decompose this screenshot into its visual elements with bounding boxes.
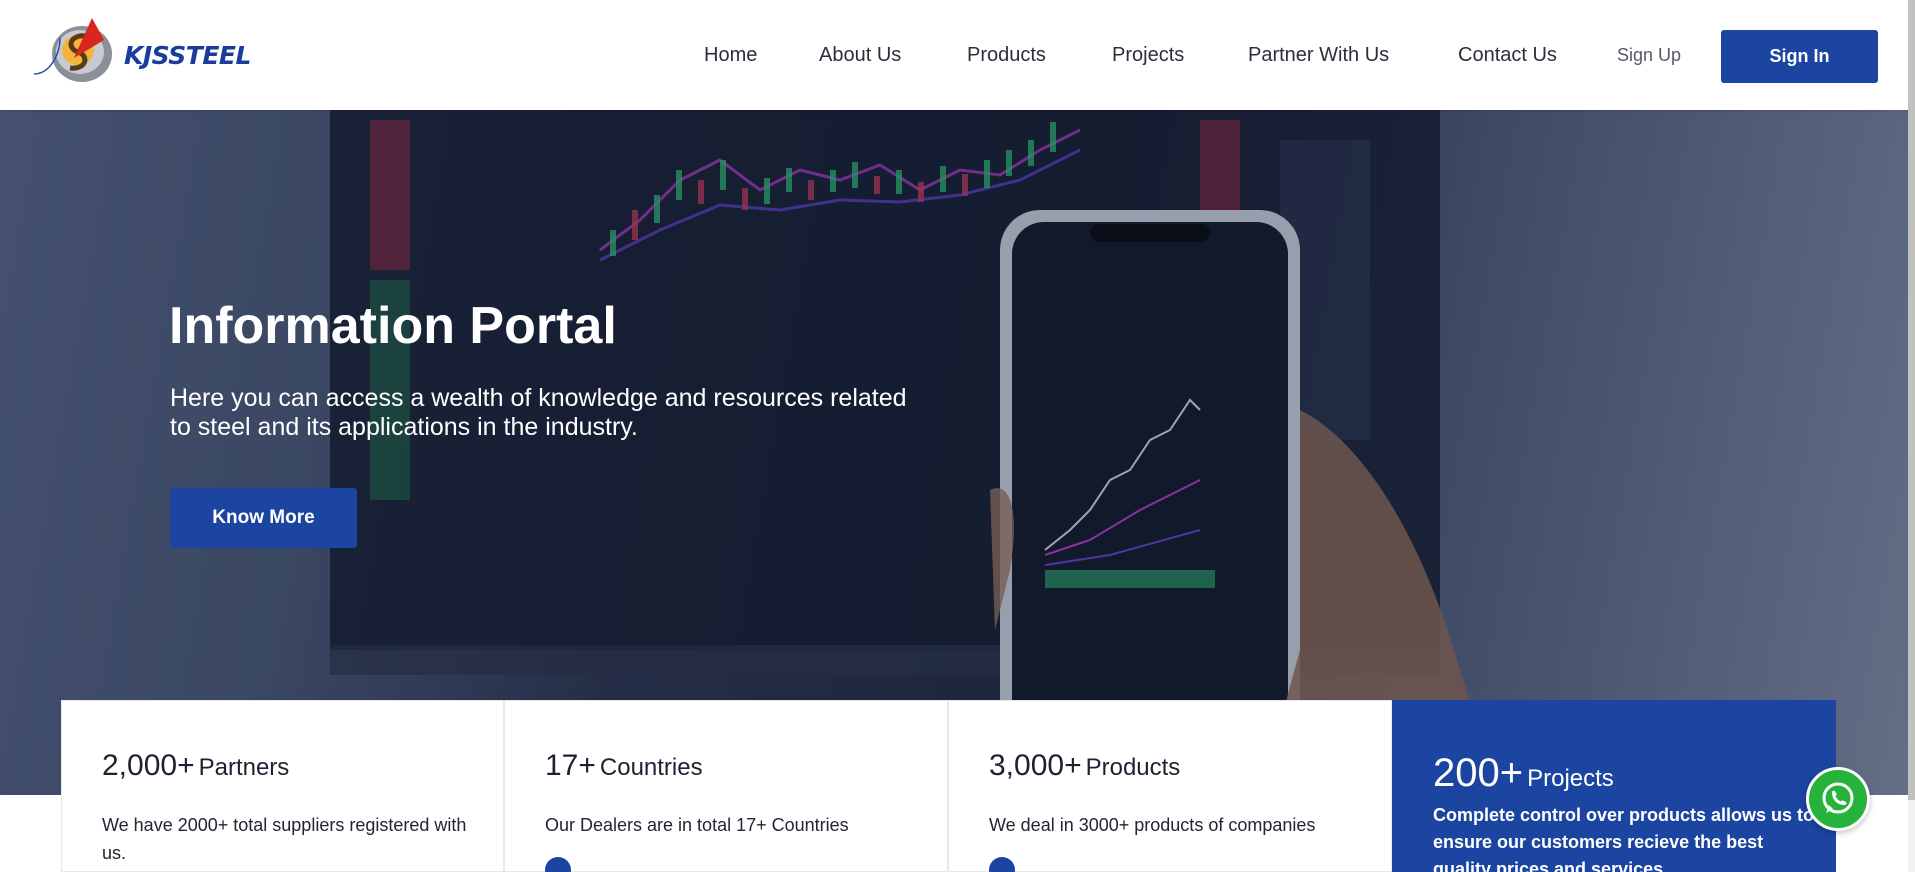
stat-number: 2,000+ (102, 749, 195, 782)
stat-decoration-dot (989, 857, 1015, 872)
stat-unit: Products (1085, 754, 1181, 781)
nav-about-us[interactable]: About Us (819, 44, 901, 67)
main-nav: Home About Us Products Projects Partner … (0, 0, 1908, 110)
hero-title: Information Portal (169, 297, 617, 355)
know-more-button[interactable]: Know More (170, 488, 357, 548)
stat-unit: Projects (1527, 765, 1614, 792)
stat-number: 17+ (545, 749, 596, 782)
stat-headline: 2,000+ Partners (102, 749, 289, 783)
nav-contact-us[interactable]: Contact Us (1458, 44, 1557, 67)
stat-description: Complete control over products allows us… (1433, 805, 1815, 872)
stat-decoration-dot (545, 857, 571, 872)
nav-products[interactable]: Products (967, 44, 1046, 67)
stat-unit: Partners (198, 754, 290, 781)
stat-number: 3,000+ (989, 749, 1082, 782)
stat-description: Our Dealers are in total 17+ Countries (545, 815, 849, 835)
whatsapp-icon (1822, 782, 1854, 814)
stat-headline: 17+ Countries (545, 749, 703, 783)
hero-banner: Information Portal Here you can access a… (0, 110, 1908, 795)
stat-card-countries: 17+ Countries Our Dealers are in total 17… (504, 700, 948, 872)
stat-unit: Countries (599, 754, 703, 781)
sign-up-link[interactable]: Sign Up (1617, 45, 1681, 66)
nav-home[interactable]: Home (704, 44, 757, 67)
page-scrollbar[interactable] (1908, 0, 1915, 872)
stat-description: We have 2000+ total suppliers registered… (102, 815, 467, 863)
stat-card-projects: 200+ Projects Complete control over produ… (1392, 700, 1836, 872)
stat-card-partners: 2,000+ Partners We have 2000+ total suppl… (61, 700, 504, 872)
stat-number: 200+ (1433, 751, 1524, 795)
stat-headline: 200+ Projects (1433, 751, 1614, 796)
whatsapp-button[interactable] (1806, 767, 1870, 831)
nav-projects[interactable]: Projects (1112, 44, 1184, 67)
sign-in-button[interactable]: Sign In (1721, 30, 1878, 83)
stat-card-products: 3,000+ Products We deal in 3000+ products… (948, 700, 1392, 872)
nav-partner-with-us[interactable]: Partner With Us (1248, 44, 1389, 67)
hero-subtitle: Here you can access a wealth of knowledg… (170, 384, 907, 441)
scrollbar-thumb[interactable] (1908, 0, 1915, 800)
stat-description: We deal in 3000+ products of companies (989, 815, 1316, 835)
hero-overlay (0, 110, 1908, 795)
site-header: KJSSTEEL Home About Us Products Projects… (0, 0, 1908, 110)
stat-headline: 3,000+ Products (989, 749, 1180, 783)
